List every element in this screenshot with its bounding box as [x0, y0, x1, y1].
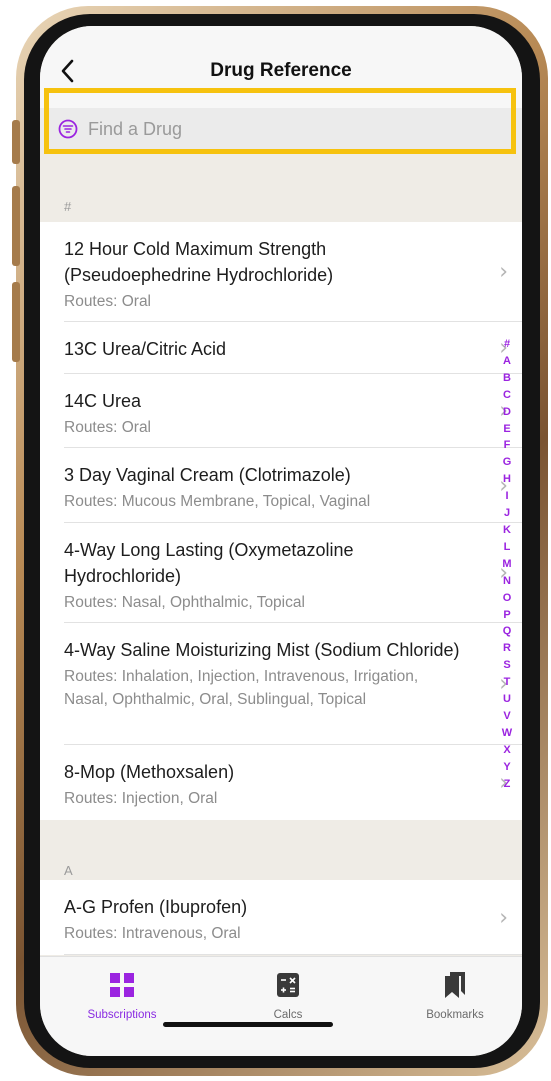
list-item[interactable]: 14C Urea Routes: Oral › — [40, 374, 522, 448]
phone-side-button — [12, 282, 20, 362]
list-item[interactable]: 8-Mop (Methoxsalen) Routes: Injection, O… — [40, 745, 522, 820]
index-letter[interactable]: G — [503, 454, 512, 471]
index-letter[interactable]: K — [503, 522, 511, 539]
index-letter[interactable]: F — [504, 437, 511, 454]
drug-routes: Routes: Injection, Oral — [64, 790, 218, 807]
drug-list: 12 Hour Cold Maximum Strength (Pseudoeph… — [40, 222, 522, 820]
index-letter[interactable]: A — [503, 353, 511, 370]
tab-bar: Subscriptions Calcs Bookmarks — [40, 956, 522, 1056]
drug-routes: Routes: Inhalation, Injection, Intraveno… — [64, 668, 419, 708]
drug-name: 14C Urea — [64, 391, 142, 411]
index-letter[interactable]: T — [504, 674, 511, 691]
index-letter[interactable]: D — [503, 404, 511, 421]
list-item[interactable]: 13C Urea/Citric Acid › — [40, 322, 522, 374]
calculator-icon — [277, 973, 299, 997]
index-letter[interactable]: E — [503, 421, 510, 438]
drug-list: A-G Profen (Ibuprofen) Routes: Intraveno… — [40, 880, 522, 955]
alphabet-index[interactable]: # A B C D E F G H I J K L M N O P Q R S T U V W X Y Z — [500, 336, 514, 792]
search-highlight-box — [44, 88, 516, 154]
drug-name: 4-Way Long Lasting (Oxymetazoline Hydroc… — [64, 540, 354, 586]
index-letter[interactable]: O — [503, 590, 512, 607]
index-letter[interactable]: W — [502, 725, 512, 742]
home-indicator — [163, 1022, 333, 1027]
chevron-right-icon: › — [499, 905, 508, 930]
index-letter[interactable]: B — [503, 370, 511, 387]
index-letter[interactable]: H — [503, 471, 511, 488]
chevron-right-icon: › — [499, 259, 508, 285]
bookmarks-icon — [445, 972, 465, 998]
divider — [64, 954, 522, 955]
index-letter[interactable]: # — [504, 336, 510, 353]
tab-subscriptions[interactable]: Subscriptions — [62, 969, 182, 1021]
drug-name: 13C Urea/Citric Acid — [64, 339, 227, 359]
index-letter[interactable]: R — [503, 640, 511, 657]
grid-icon — [110, 973, 134, 997]
drug-name: 4-Way Saline Moisturizing Mist (Sodium C… — [64, 640, 460, 660]
index-letter[interactable]: X — [503, 742, 510, 759]
list-item[interactable]: 3 Day Vaginal Cream (Clotrimazole) Route… — [40, 448, 522, 523]
drug-routes: Routes: Nasal, Ophthalmic, Topical — [64, 594, 305, 611]
drug-routes: Routes: Intravenous, Oral — [64, 925, 241, 942]
phone-side-button — [12, 120, 20, 164]
phone-side-button — [12, 186, 20, 266]
list-item[interactable]: A-G Profen (Ibuprofen) Routes: Intraveno… — [40, 880, 522, 955]
tab-calcs[interactable]: Calcs — [228, 969, 348, 1021]
drug-name: 12 Hour Cold Maximum Strength (Pseudoeph… — [64, 239, 334, 285]
section-header: # — [40, 176, 522, 222]
drug-name: 8-Mop (Methoxsalen) — [64, 762, 235, 782]
drug-name: 3 Day Vaginal Cream (Clotrimazole) — [64, 465, 351, 485]
index-letter[interactable]: S — [503, 657, 510, 674]
index-letter[interactable]: P — [503, 607, 510, 624]
list-item[interactable]: 4-Way Saline Moisturizing Mist (Sodium C… — [40, 623, 522, 745]
drug-routes: Routes: Oral — [64, 419, 152, 436]
section-header-label: A — [64, 863, 73, 878]
drug-routes: Routes: Oral — [64, 293, 152, 310]
index-letter[interactable]: Y — [503, 759, 510, 776]
index-letter[interactable]: Z — [504, 776, 511, 793]
drug-name: A-G Profen (Ibuprofen) — [64, 897, 248, 917]
page-title: Drug Reference — [210, 60, 352, 81]
index-letter[interactable]: N — [503, 573, 511, 590]
app-screen: Drug Reference # 12 Hour Cold Maximum St… — [40, 26, 522, 1056]
index-letter[interactable]: Q — [503, 623, 512, 640]
list-item[interactable]: 12 Hour Cold Maximum Strength (Pseudoeph… — [40, 222, 522, 322]
drug-routes: Routes: Mucous Membrane, Topical, Vagina… — [64, 493, 371, 510]
index-letter[interactable]: C — [503, 387, 511, 404]
index-letter[interactable]: U — [503, 691, 511, 708]
tab-label: Calcs — [273, 1009, 303, 1021]
tab-label: Subscriptions — [87, 1009, 157, 1021]
section-header-label: # — [64, 199, 72, 214]
tab-label: Bookmarks — [426, 1009, 484, 1021]
list-item[interactable]: 4-Way Long Lasting (Oxymetazoline Hydroc… — [40, 523, 522, 623]
index-letter[interactable]: V — [503, 708, 510, 725]
tab-bookmarks[interactable]: Bookmarks — [395, 969, 515, 1021]
index-letter[interactable]: L — [504, 539, 511, 556]
index-letter[interactable]: I — [505, 488, 508, 505]
index-letter[interactable]: M — [502, 556, 511, 573]
index-letter[interactable]: J — [504, 505, 510, 522]
